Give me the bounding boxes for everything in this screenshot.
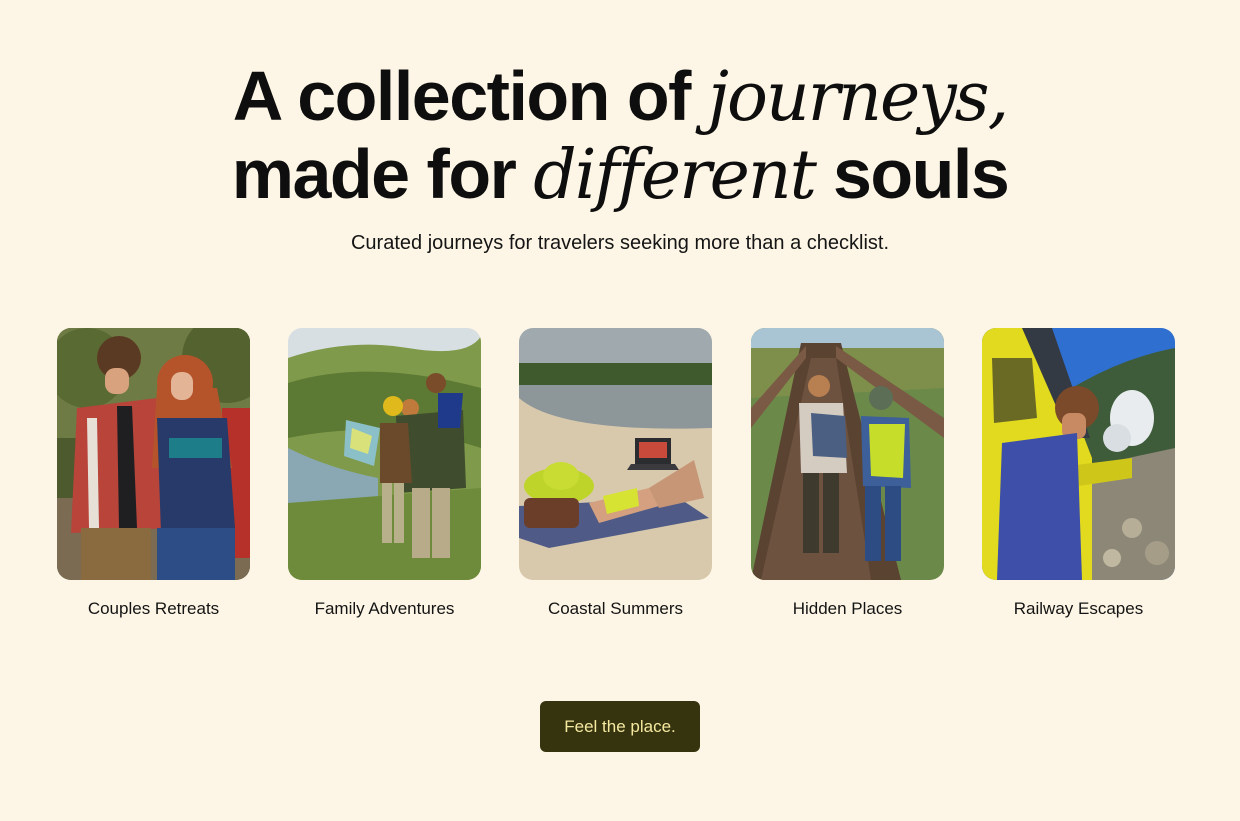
hero-title: A collection of journeys, made for diffe…	[0, 58, 1240, 214]
hero-subtitle: Curated journeys for travelers seeking m…	[350, 232, 890, 254]
journey-card-label[interactable]: Hidden Places	[751, 598, 944, 620]
journey-card-family-adventures[interactable]: Family Adventures	[288, 328, 481, 620]
couple-portrait-photo[interactable]	[57, 328, 250, 580]
hero-title-line-1: A collection of journeys,	[0, 58, 1240, 136]
kids-boardwalk-photo[interactable]	[751, 328, 944, 580]
journey-card-couples-retreats[interactable]: Couples Retreats	[57, 328, 250, 620]
journey-card-label[interactable]: Family Adventures	[288, 598, 481, 620]
journey-card-hidden-places[interactable]: Hidden Places	[751, 328, 944, 620]
journey-card-railway-escapes[interactable]: Railway Escapes	[982, 328, 1175, 620]
hero-title-emphasis: journeys,	[707, 58, 1009, 137]
journey-card-coastal-summers[interactable]: Coastal Summers	[519, 328, 712, 620]
journey-cards: Couples Retreats Family Adventures Coast…	[57, 328, 1175, 628]
journey-card-label[interactable]: Coastal Summers	[519, 598, 712, 620]
hero-title-text: souls	[815, 135, 1010, 213]
train-window-photo[interactable]	[982, 328, 1175, 580]
family-hiking-map-photo[interactable]	[288, 328, 481, 580]
journey-card-label[interactable]: Railway Escapes	[982, 598, 1175, 620]
hero-title-text: made for	[231, 135, 534, 213]
hero-title-text: A collection of	[232, 57, 708, 135]
beach-laptop-photo[interactable]	[519, 328, 712, 580]
hero-title-line-2: made for different souls	[0, 136, 1240, 214]
journey-card-label[interactable]: Couples Retreats	[57, 598, 250, 620]
hero-title-emphasis: different	[533, 136, 817, 215]
feel-the-place-button[interactable]: Feel the place.	[540, 701, 700, 752]
